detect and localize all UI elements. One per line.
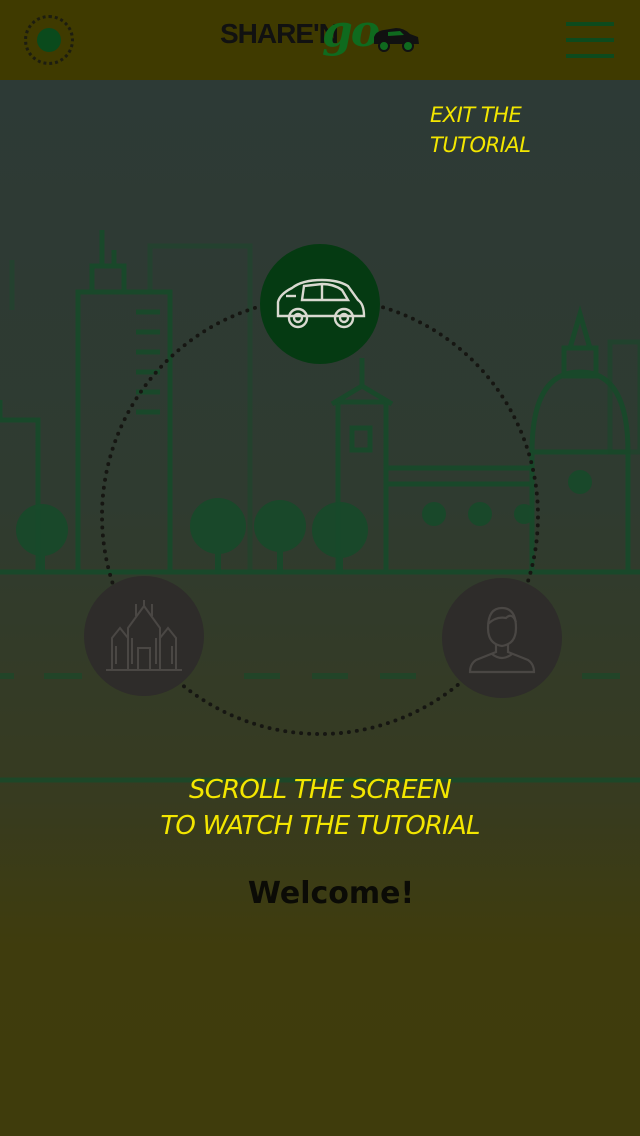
logo-car-icon: [374, 28, 419, 52]
status-dot: [37, 28, 61, 52]
exit-line-1: EXIT THE: [430, 103, 522, 127]
car-icon: [276, 278, 366, 329]
scroll-hint-text: SCROLL THE SCREEN TO WATCH THE TUTORIAL: [120, 772, 520, 844]
step-car-button[interactable]: [260, 244, 380, 364]
exit-line-2: TUTORIAL: [430, 133, 531, 157]
scroll-hint-line-1: SCROLL THE SCREEN: [189, 775, 452, 805]
exit-tutorial-link[interactable]: EXIT THE TUTORIAL: [430, 100, 570, 160]
app-logo: SHARE'N go: [218, 6, 422, 64]
scroll-hint-line-2: TO WATCH THE TUTORIAL: [160, 811, 480, 841]
step-city-button[interactable]: [84, 576, 204, 696]
top-bar: SHARE'N go: [0, 0, 640, 80]
welcome-heading: Welcome!: [247, 876, 415, 911]
step-user-button[interactable]: [442, 578, 562, 698]
cathedral-icon: [106, 600, 182, 671]
logo-share-text: SHARE'N: [220, 18, 339, 49]
hamburger-menu-icon[interactable]: [566, 22, 614, 58]
status-indicator-icon[interactable]: [24, 15, 74, 65]
user-icon: [468, 606, 536, 674]
